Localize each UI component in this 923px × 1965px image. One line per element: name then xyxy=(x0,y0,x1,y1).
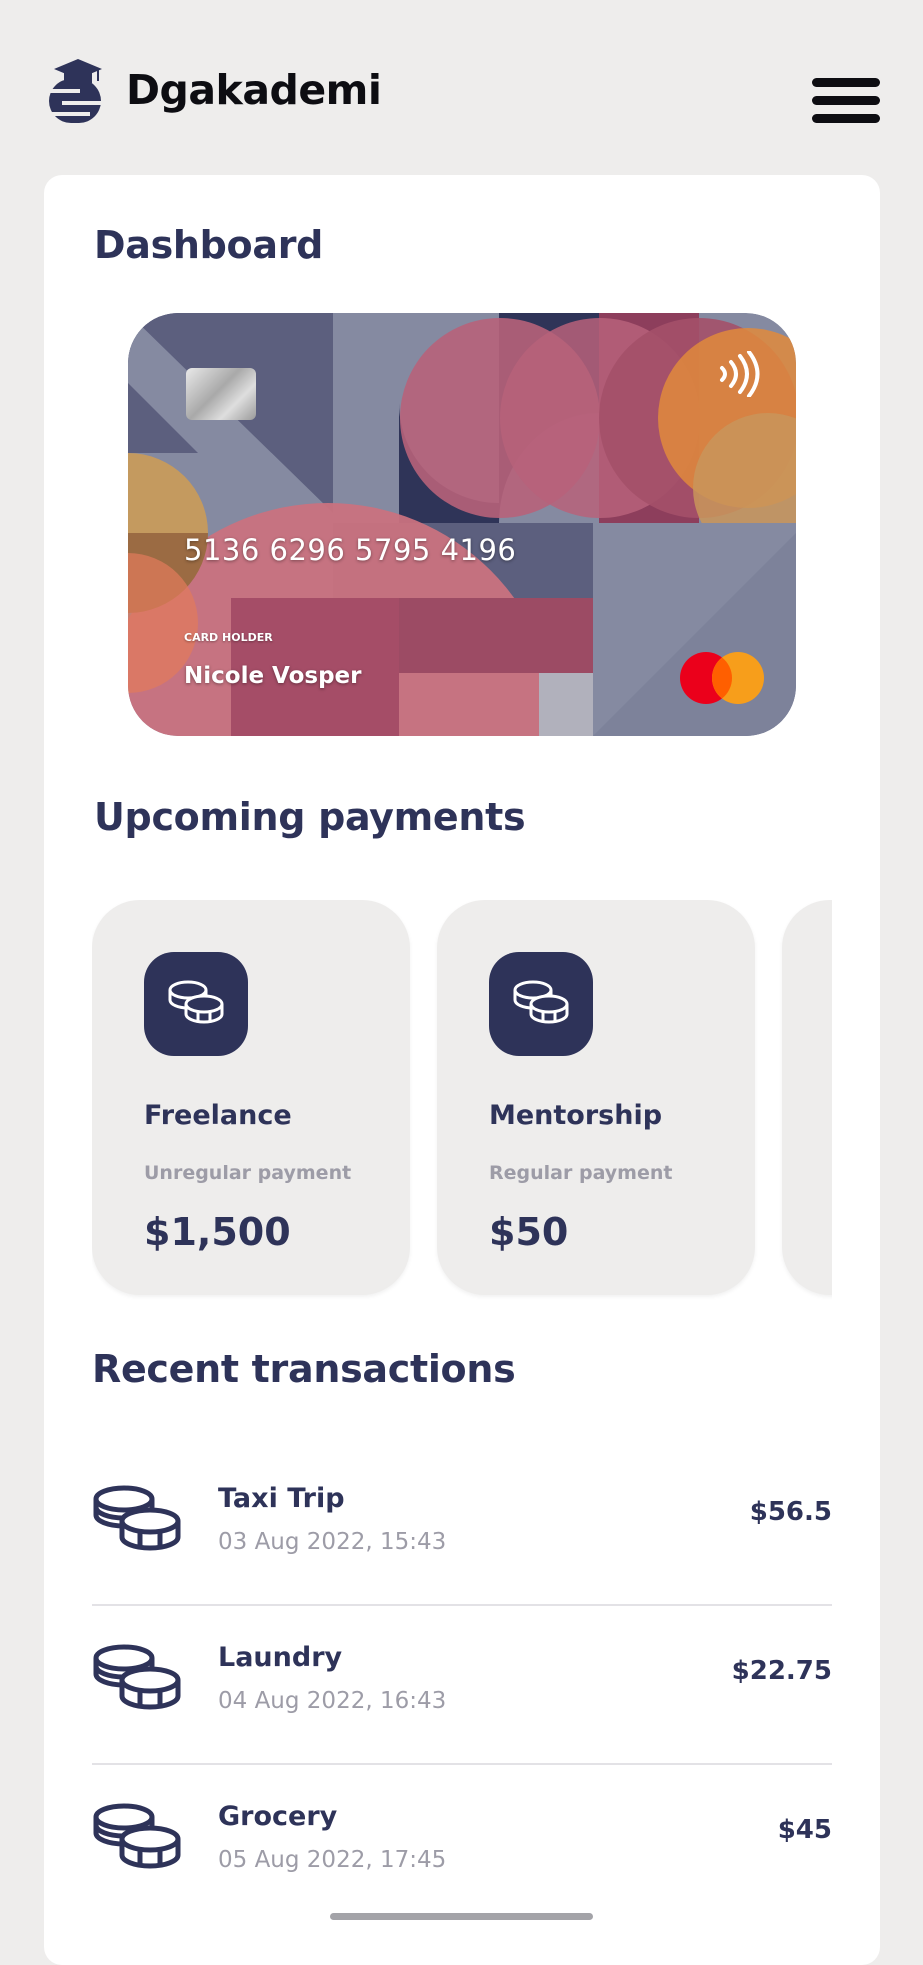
transaction-amount: $45 xyxy=(777,1815,832,1845)
transaction-name: Taxi Trip xyxy=(218,1483,345,1514)
transaction-name: Grocery xyxy=(218,1801,338,1832)
transaction-name: Laundry xyxy=(218,1642,343,1673)
card-holder-label: CARD HOLDER xyxy=(184,631,273,644)
credit-card[interactable]: 5136 6296 5795 4196 CARD HOLDER Nicole V… xyxy=(128,313,796,736)
payment-type: Unregular payment xyxy=(144,1162,352,1184)
hamburger-menu-icon[interactable] xyxy=(812,78,880,130)
transaction-row[interactable]: Laundry 04 Aug 2022, 16:43 $22.75 xyxy=(92,1604,832,1765)
main-panel: Dashboard 5136 6296 5795 4196 CARD HOLDE… xyxy=(44,175,880,1965)
coins-icon xyxy=(93,1644,181,1710)
payment-card[interactable]: Freelance Unregular payment $1,500 xyxy=(92,900,410,1295)
upcoming-payments-title: Upcoming payments xyxy=(94,795,526,839)
app-header: Dgakademi xyxy=(0,0,923,170)
coins-icon xyxy=(93,1485,181,1551)
transaction-amount: $22.75 xyxy=(731,1656,832,1686)
transaction-row[interactable]: Taxi Trip 03 Aug 2022, 15:43 $56.5 xyxy=(92,1445,832,1606)
payment-amount: $50 xyxy=(489,1210,569,1254)
recent-transactions-title: Recent transactions xyxy=(92,1347,516,1391)
transaction-date: 03 Aug 2022, 15:43 xyxy=(218,1529,447,1555)
chip-icon xyxy=(186,368,256,420)
transaction-amount: $56.5 xyxy=(749,1497,832,1527)
transaction-date: 04 Aug 2022, 16:43 xyxy=(218,1688,447,1714)
card-holder-name: Nicole Vosper xyxy=(184,663,362,689)
contactless-icon xyxy=(720,351,760,397)
dashboard-title: Dashboard xyxy=(94,223,324,267)
payment-card-partial[interactable] xyxy=(782,900,832,1295)
mastercard-logo-icon xyxy=(680,652,764,704)
coins-icon xyxy=(489,952,593,1056)
card-number: 5136 6296 5795 4196 xyxy=(184,533,517,567)
payment-name: Freelance xyxy=(144,1100,292,1131)
coins-icon xyxy=(144,952,248,1056)
upcoming-payments-carousel[interactable]: Freelance Unregular payment $1,500 Mento xyxy=(92,900,832,1300)
payment-name: Mentorship xyxy=(489,1100,663,1131)
brand-name: Dgakademi xyxy=(126,66,382,114)
home-indicator[interactable] xyxy=(330,1913,593,1920)
payment-card[interactable]: Mentorship Regular payment $50 xyxy=(437,900,755,1295)
graduation-cap-logo-icon[interactable] xyxy=(46,57,104,123)
transaction-date: 05 Aug 2022, 17:45 xyxy=(218,1847,447,1873)
coins-icon xyxy=(93,1803,181,1869)
transaction-row[interactable]: Grocery 05 Aug 2022, 17:45 $45 xyxy=(92,1763,832,1922)
payment-amount: $1,500 xyxy=(144,1210,291,1254)
payment-type: Regular payment xyxy=(489,1162,673,1184)
